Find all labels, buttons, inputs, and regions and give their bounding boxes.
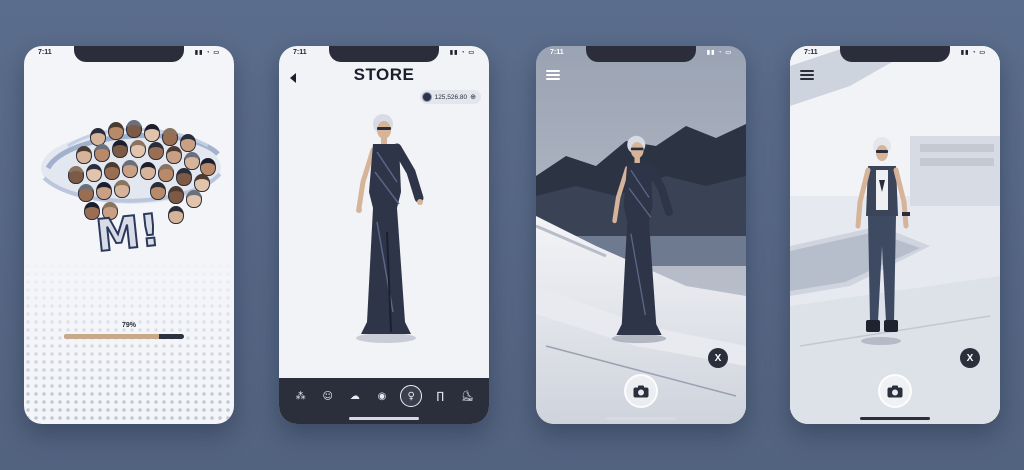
status-time: 7:11 [804,49,818,56]
add-currency-icon: ⊕ [470,94,476,101]
avatar-gown[interactable] [341,112,431,344]
avatar-face-icon [168,206,184,224]
swatches-icon[interactable]: ⁂ [292,387,310,405]
avatar-face-icon [186,190,202,208]
hair-icon[interactable]: ☁ [346,387,364,405]
avatar-face-icon [94,144,110,162]
phone-store-screen: 7:11 ▮▮ ◔ ▭ STORE 125,526.80 ⊕ ⁂ ☺ ☁ ◉ ♀ ∏ ⛸ [279,46,489,424]
status-icons: ▮▮ ◔ ▭ [706,50,732,56]
status-icons: ▮▮ ◔ ▭ [194,50,220,56]
avatar-face-icon [158,164,174,182]
currency-balance[interactable]: 125,526.80 ⊕ [419,90,481,104]
camera-icon [887,385,903,397]
loading-progress-fill [64,334,159,339]
status-bar: 7:11 ▮▮ ◔ ▭ [536,49,746,61]
dress-icon[interactable]: ♀ [400,385,423,407]
ar-avatar-gown[interactable] [598,134,680,344]
avatar-face-icon [148,142,164,160]
camera-capture-button[interactable] [878,374,912,408]
avatar-face-icon [114,180,130,198]
status-time: 7:11 [550,49,564,56]
avatar-face-icon [140,162,156,180]
avatar-face-icon [194,174,210,192]
hamburger-menu-icon[interactable] [800,70,814,80]
home-indicator [349,417,419,420]
avatar-face-icon [176,168,192,186]
status-bar: 7:11 ▮▮ ◔ ▭ [790,49,1000,61]
avatar-face-icon [150,182,166,200]
close-button[interactable]: X [708,348,728,368]
face-icon[interactable]: ☺ [319,387,337,405]
status-time: 7:11 [38,49,52,56]
avatar-face-icon [168,186,184,204]
phone-loading-screen: 7:11 ▮▮ ◔ ▭ M! 79% [24,46,234,424]
camera-capture-button[interactable] [624,374,658,408]
avatar-face-icon [86,164,102,182]
avatar-face-icon [130,140,146,158]
avatar-face-icon [144,124,160,142]
avatar-face-icon [96,182,112,200]
avatar-face-icon [184,152,200,170]
avatar-face-icon [112,140,128,158]
avatar-face-icon [122,160,138,178]
phone-ar-boat-screen: 7:11 ▮▮ ◔ ▭ X [536,46,746,424]
pants-icon[interactable]: ∏ [431,387,449,405]
avatar-face-icon [76,146,92,164]
phone-ar-desk-screen: 7:11 ▮▮ ◔ ▭ X [790,46,1000,424]
ar-avatar-casual[interactable] [846,136,916,346]
avatar-face-icon [108,122,124,140]
loading-progress-label: 79% [121,322,136,329]
status-bar: 7:11 ▮▮ ◔ ▭ [24,49,234,61]
hamburger-menu-icon[interactable] [546,70,560,80]
status-icons: ▮▮ ◔ ▭ [960,50,986,56]
dot-pattern [24,254,234,424]
page-title: STORE [353,65,415,84]
camera-icon [633,385,649,397]
status-bar: 7:11 ▮▮ ◔ ▭ [279,49,489,61]
shoe-icon[interactable]: ⛸ [458,387,476,405]
avatar-face-icon [162,128,178,146]
coin-icon [421,92,432,102]
close-button[interactable]: X [960,348,980,368]
home-indicator [606,417,676,420]
avatar-face-icon [68,166,84,184]
avatar-face-icon [126,120,142,138]
status-icons: ▮▮ ◔ ▭ [449,50,475,56]
home-indicator [860,417,930,420]
balance-amount: 125,526.80 [434,93,468,101]
avatar-face-icon [180,134,196,152]
avatar-face-icon [104,162,120,180]
loading-progress-bar [64,334,184,339]
status-time: 7:11 [293,49,307,56]
avatar-face-icon [166,146,182,164]
eye-icon[interactable]: ◉ [373,387,391,405]
avatar-face-icon [78,184,94,202]
